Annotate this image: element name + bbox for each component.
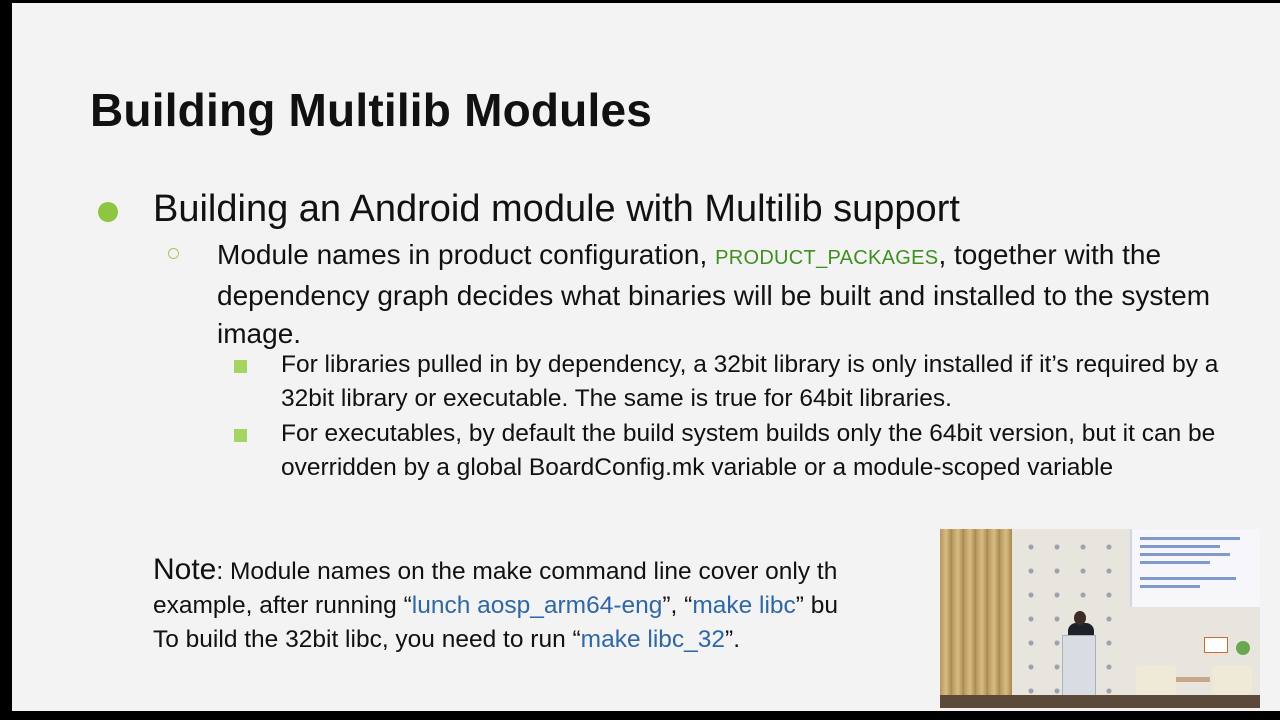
stage-table xyxy=(1176,677,1210,682)
slide-title: Building Multilib Modules xyxy=(90,84,653,136)
note-line1-text: : Module names on the make command line … xyxy=(216,558,838,585)
event-logo-icon xyxy=(1204,637,1228,653)
hollow-circle-bullet-icon xyxy=(168,248,179,259)
note-line2-separator: ”, “ xyxy=(662,592,693,619)
speaker-head xyxy=(1074,611,1086,625)
stage-floor xyxy=(940,695,1260,708)
screen-text-line xyxy=(1140,561,1210,564)
screen-text-line xyxy=(1140,553,1230,556)
bullet-level2-text: Module names in product configuration, P… xyxy=(217,236,1257,353)
note-label: Note xyxy=(153,553,217,586)
stage-chair xyxy=(1212,665,1252,695)
bullet-level3-text: For executables, by default the build sy… xyxy=(281,420,1216,481)
screen-text-line xyxy=(1140,545,1220,548)
note-line3-text: To build the 32bit libc, you need to run… xyxy=(153,626,581,653)
screen-text-line xyxy=(1140,577,1236,580)
note-line2-end: ” bu xyxy=(795,592,839,619)
screen-text-line xyxy=(1140,537,1240,540)
make-libc-command: make libc xyxy=(692,592,796,619)
note-line3-end: ”. xyxy=(725,626,740,653)
sub1-text-before-code: Module names in product configuration, xyxy=(217,239,716,270)
stage-curtain xyxy=(940,529,1012,708)
bullet-level1-text: Building an Android module with Multilib… xyxy=(153,188,960,230)
product-packages-code: PRODUCT_PACKAGES xyxy=(715,247,939,269)
filled-circle-bullet-icon xyxy=(98,202,118,222)
sponsor-logo-icon xyxy=(1236,641,1250,655)
square-bullet-icon xyxy=(234,360,247,373)
make-libc32-command: make libc_32 xyxy=(580,626,726,653)
square-bullet-icon xyxy=(234,429,247,442)
bullet-level3-text: For libraries pulled in by dependency, a… xyxy=(281,351,1219,412)
note-line2-text: example, after running “ xyxy=(153,592,412,619)
lunch-command: lunch aosp_arm64-eng xyxy=(411,592,663,619)
projection-screen xyxy=(1130,529,1260,607)
speaker-video-inset xyxy=(940,529,1260,708)
screen-text-line xyxy=(1140,585,1200,588)
stage-chair xyxy=(1136,665,1176,695)
